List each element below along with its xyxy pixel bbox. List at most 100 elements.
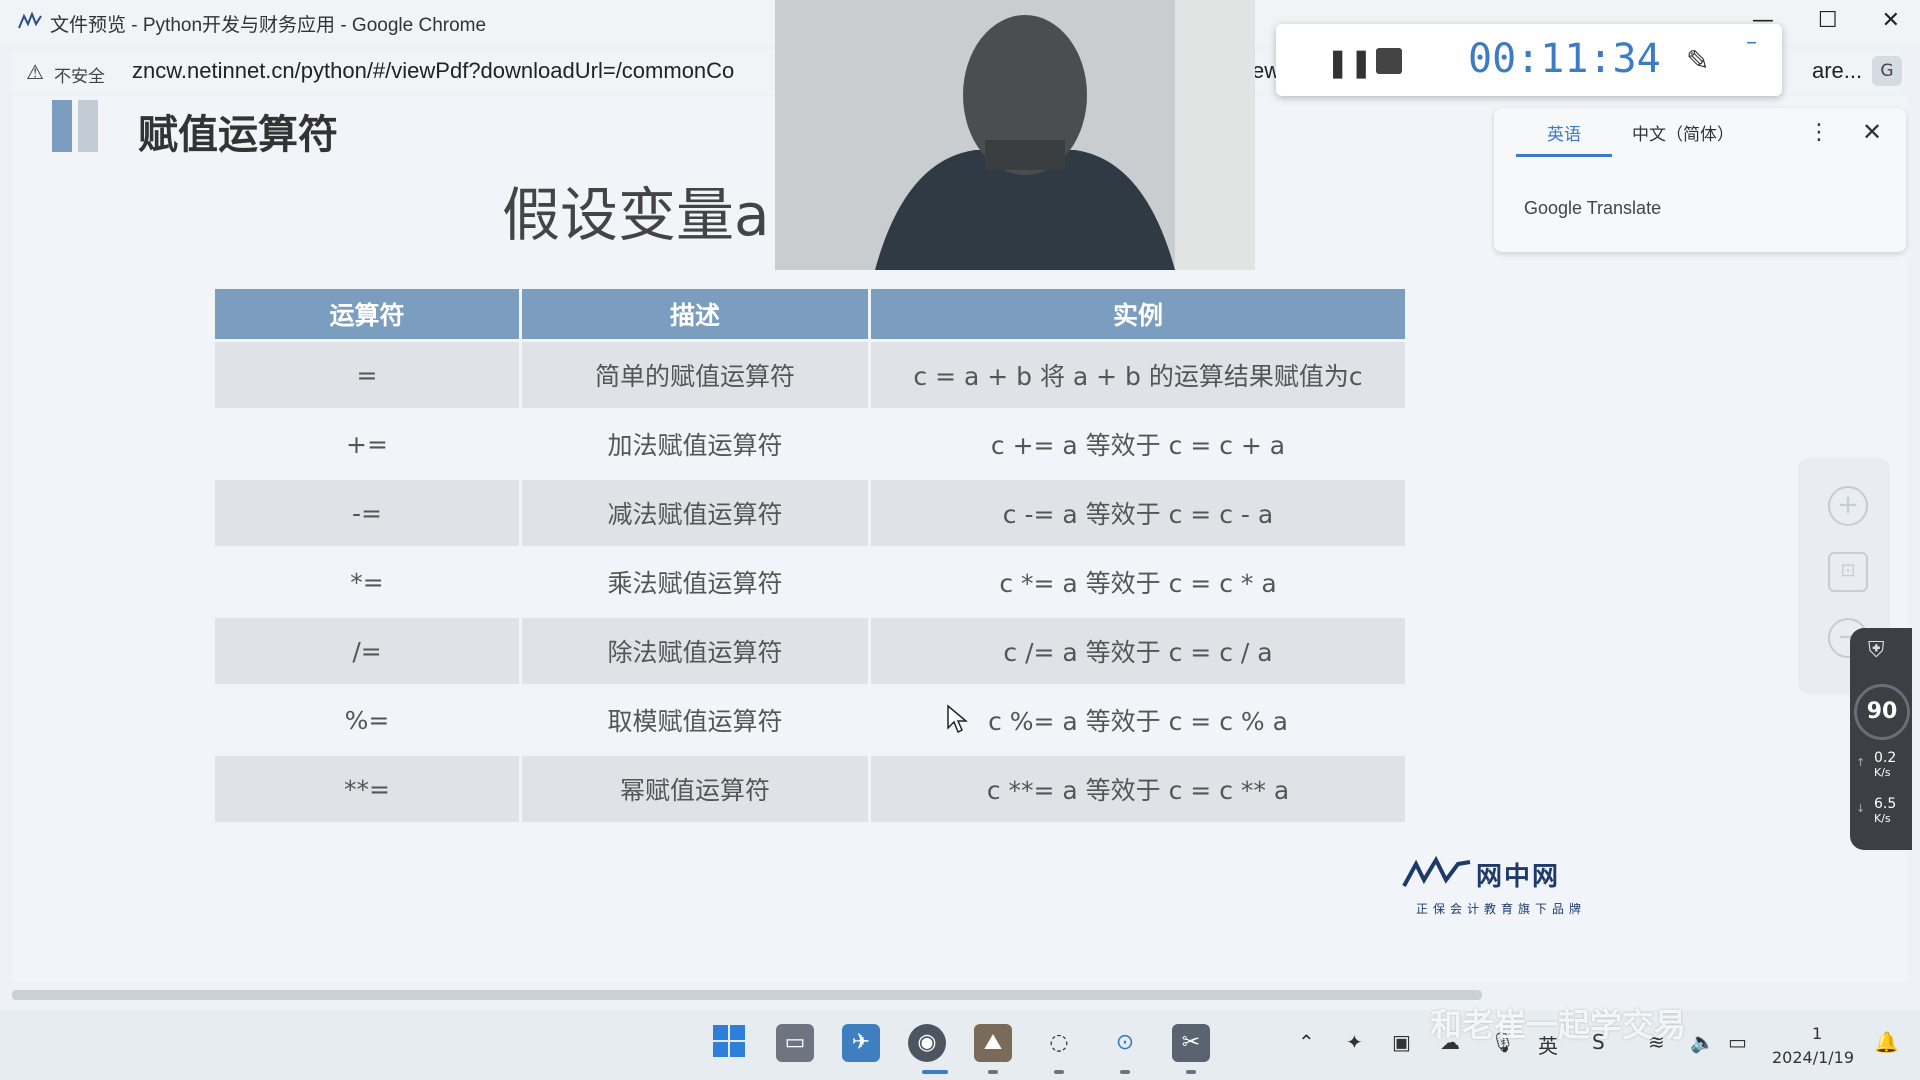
table-row: *= 乘法赋值运算符 c *= a 等效于 c = c * a bbox=[215, 549, 1405, 615]
security-label[interactable]: 不安全 bbox=[54, 62, 105, 87]
slide-subtitle: 假设变量a bbox=[502, 181, 770, 249]
translate-brand: Google Translate bbox=[1524, 198, 1662, 218]
running-app-indicator bbox=[988, 1070, 998, 1074]
brand-name: 网中网 bbox=[1476, 862, 1561, 892]
file-explorer-icon[interactable]: ▭ bbox=[776, 1024, 814, 1062]
translate-extension-icon[interactable]: G bbox=[1872, 56, 1902, 86]
horizontal-scrollbar[interactable] bbox=[12, 990, 1482, 1000]
window-title: 文件预览 - Python开发与财务应用 - Google Chrome bbox=[50, 15, 487, 36]
title-accent-bars bbox=[52, 100, 104, 156]
zoom-in-icon[interactable]: + bbox=[1828, 486, 1868, 526]
example-cell: c **= a 等效于 c = c ** a bbox=[871, 756, 1405, 822]
close-popup-button[interactable]: ✕ bbox=[1862, 118, 1882, 146]
chrome-icon[interactable]: ◉ bbox=[908, 1024, 946, 1062]
description-cell: 减法赋值运算符 bbox=[522, 480, 868, 546]
example-cell: c *= a 等效于 c = c * a bbox=[871, 549, 1405, 615]
example-cell: c = a + b 将 a + b 的运算结果赋值为c bbox=[871, 342, 1405, 408]
operator-cell: += bbox=[215, 411, 519, 477]
running-app-indicator bbox=[1054, 1070, 1064, 1074]
table-row: %= 取模赋值运算符 c %= a 等效于 c = c % a bbox=[215, 687, 1405, 753]
translate-popup: 英语 中文（简体） ⋮ ✕ Google Translate bbox=[1494, 108, 1906, 252]
upload-speed-value: 0.2 bbox=[1874, 750, 1897, 766]
presenter-silhouette bbox=[875, 15, 1175, 270]
maximize-button[interactable]: ☐ bbox=[1818, 8, 1838, 33]
operator-cell: = bbox=[215, 342, 519, 408]
site-logo-icon bbox=[18, 12, 42, 29]
operator-cell: -= bbox=[215, 480, 519, 546]
table-row: += 加法赋值运算符 c += a 等效于 c = c + a bbox=[215, 411, 1405, 477]
recording-timer: 00:11:34 bbox=[1468, 36, 1661, 82]
pause-button[interactable]: ❚❚ bbox=[1326, 46, 1373, 79]
battery-icon[interactable]: ▭ bbox=[1728, 1030, 1747, 1054]
chevron-up-icon[interactable]: ⌃ bbox=[1298, 1030, 1315, 1054]
header-operator: 运算符 bbox=[215, 289, 519, 339]
download-speed-value: 6.5 bbox=[1874, 796, 1897, 812]
download-speed: 6.5 K/s bbox=[1874, 796, 1896, 825]
clock-time[interactable]: 1 bbox=[1812, 1024, 1822, 1043]
active-app-indicator bbox=[922, 1070, 948, 1074]
operator-cell: *= bbox=[215, 549, 519, 615]
url-text[interactable]: zncw.netinnet.cn/python/#/viewPdf?downlo… bbox=[132, 58, 734, 84]
url-right-text[interactable]: are... bbox=[1812, 58, 1862, 84]
operator-table: 运算符 描述 实例 = 简单的赋值运算符 c = a + b 将 a + b 的… bbox=[212, 286, 1408, 825]
notification-icon[interactable]: 🔔 bbox=[1874, 1030, 1899, 1054]
memory-percent: 90 bbox=[1854, 684, 1910, 740]
upload-unit: K/s bbox=[1874, 766, 1891, 779]
download-unit: K/s bbox=[1874, 812, 1891, 825]
start-button[interactable] bbox=[710, 1024, 748, 1062]
operator-cell: /= bbox=[215, 618, 519, 684]
table-row: -= 减法赋值运算符 c -= a 等效于 c = c - a bbox=[215, 480, 1405, 546]
running-app-indicator bbox=[1120, 1070, 1130, 1074]
example-cell: c += a 等效于 c = c + a bbox=[871, 411, 1405, 477]
windows-icon bbox=[713, 1025, 745, 1057]
app-feather-icon[interactable]: ✈ bbox=[842, 1024, 880, 1062]
recorder-toolbar: ❚❚ 00:11:34 ✎ – bbox=[1276, 24, 1782, 96]
volume-icon[interactable]: 🔈 bbox=[1690, 1030, 1715, 1054]
example-cell: c /= a 等效于 c = c / a bbox=[871, 618, 1405, 684]
app-recorder-icon[interactable]: ⛰ bbox=[974, 1024, 1012, 1062]
clock-date[interactable]: 2024/1/19 bbox=[1772, 1048, 1854, 1067]
download-arrow-icon: ↓ bbox=[1856, 802, 1866, 815]
recorder-minimize-button[interactable]: – bbox=[1746, 30, 1757, 55]
table-row: = 简单的赋值运算符 c = a + b 将 a + b 的运算结果赋值为c bbox=[215, 342, 1405, 408]
table-header-row: 运算符 描述 实例 bbox=[215, 289, 1405, 339]
warning-icon[interactable]: ⚠ bbox=[26, 60, 44, 84]
table-row: /= 除法赋值运算符 c /= a 等效于 c = c / a bbox=[215, 618, 1405, 684]
brand-tagline: 正保会计教育旗下品牌 bbox=[1416, 902, 1587, 916]
mouse-cursor-icon bbox=[947, 704, 968, 734]
description-cell: 幂赋值运算符 bbox=[522, 756, 868, 822]
upload-arrow-icon: ↑ bbox=[1856, 756, 1866, 769]
network-speed-widget[interactable]: ⛨ 90 ↑ 0.2 K/s ↓ 6.5 K/s bbox=[1850, 628, 1912, 850]
slide-title: 赋值运算符 bbox=[138, 112, 338, 158]
brand-mark-icon bbox=[1402, 856, 1471, 887]
close-window-button[interactable]: ✕ bbox=[1882, 8, 1900, 33]
description-cell: 除法赋值运算符 bbox=[522, 618, 868, 684]
stop-button[interactable] bbox=[1376, 48, 1402, 74]
shield-icon: ⛨ bbox=[1868, 638, 1885, 663]
webcam-overlay bbox=[775, 0, 1255, 270]
description-cell: 加法赋值运算符 bbox=[522, 411, 868, 477]
description-cell: 取模赋值运算符 bbox=[522, 687, 868, 753]
operator-cell: **= bbox=[215, 756, 519, 822]
tray-bird-icon[interactable]: ✦ bbox=[1346, 1030, 1363, 1054]
description-cell: 简单的赋值运算符 bbox=[522, 342, 868, 408]
table-row: **= 幂赋值运算符 c **= a 等效于 c = c ** a bbox=[215, 756, 1405, 822]
tab-chinese-simplified[interactable]: 中文（简体） bbox=[1632, 118, 1734, 152]
tray-app-icon[interactable]: ▣ bbox=[1392, 1030, 1411, 1054]
app-screenshot-icon[interactable]: ✂ bbox=[1172, 1024, 1210, 1062]
app-pin-icon[interactable]: ⊙ bbox=[1106, 1024, 1144, 1062]
header-example: 实例 bbox=[871, 289, 1405, 339]
app-circle-icon[interactable]: ◌ bbox=[1040, 1024, 1078, 1062]
upload-speed: 0.2 K/s bbox=[1874, 750, 1896, 779]
more-options-icon[interactable]: ⋮ bbox=[1808, 120, 1830, 145]
operator-cell: %= bbox=[215, 687, 519, 753]
fit-page-icon[interactable]: ⊡ bbox=[1828, 552, 1868, 592]
description-cell: 乘法赋值运算符 bbox=[522, 549, 868, 615]
tab-english[interactable]: 英语 bbox=[1516, 118, 1612, 157]
video-watermark: 和老崔一起学交易 bbox=[1430, 1006, 1687, 1044]
pen-tool-button[interactable]: ✎ bbox=[1686, 44, 1709, 77]
accent-bar bbox=[52, 100, 72, 152]
accent-bar bbox=[78, 100, 98, 152]
running-app-indicator bbox=[1186, 1070, 1196, 1074]
example-cell: c -= a 等效于 c = c - a bbox=[871, 480, 1405, 546]
